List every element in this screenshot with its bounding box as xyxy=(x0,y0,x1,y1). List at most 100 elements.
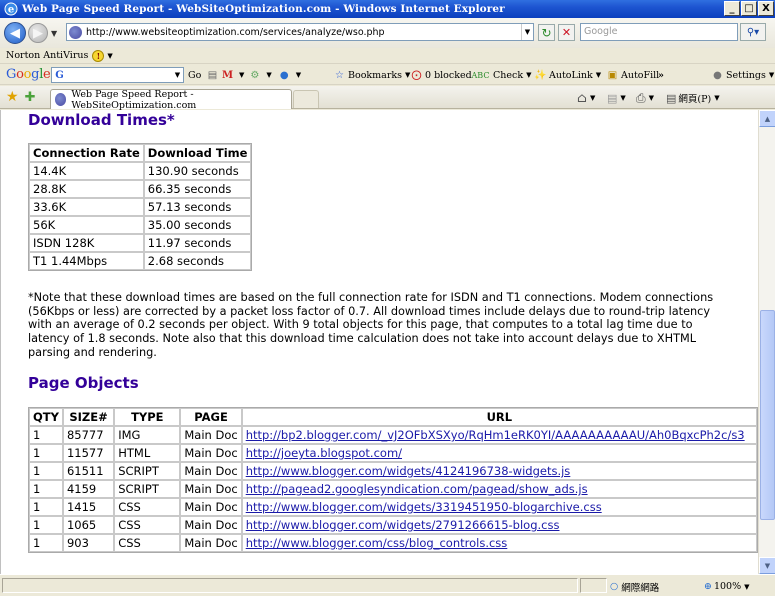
scroll-thumb[interactable] xyxy=(760,310,775,520)
scroll-up-button[interactable]: ▲ xyxy=(759,110,775,127)
type-cell: CSS xyxy=(114,498,181,516)
page-content: Download Times* Connection Rate Download… xyxy=(0,110,758,574)
object-url-link[interactable]: http://www.blogger.com/css/blog_controls… xyxy=(246,536,508,550)
toolbar-overflow-chevron[interactable]: » xyxy=(658,67,664,83)
qty-cell: 1 xyxy=(29,516,63,534)
page-cell: Main Doc xyxy=(180,498,242,516)
page-cell: Main Doc xyxy=(180,462,242,480)
size-cell: 11577 xyxy=(62,444,115,462)
print-button[interactable]: ⎙ ▼ xyxy=(636,90,654,106)
norton-label[interactable]: Norton AntiVirus xyxy=(6,50,88,61)
settings-label: Settings xyxy=(726,69,766,81)
table-row: 1 1415 CSS Main Doc http://www.blogger.c… xyxy=(29,498,757,516)
popup-blocker-button[interactable]: ⨀ 0 blocked xyxy=(410,67,472,83)
object-url-link[interactable]: http://bp2.blogger.com/_vJ2OFbXSXyo/RqHm… xyxy=(246,428,745,442)
refresh-button[interactable]: ↻ xyxy=(538,24,555,41)
google-search-dropdown-icon[interactable]: ▼ xyxy=(172,71,183,79)
download-time-cell: 35.00 seconds xyxy=(143,216,252,234)
object-url-link[interactable]: http://joeyta.blogspot.com/ xyxy=(246,446,402,460)
object-url-link[interactable]: http://www.blogger.com/widgets/412419673… xyxy=(246,464,571,478)
google-go-button[interactable]: Go xyxy=(188,67,201,83)
arrow-right-icon: ▶ xyxy=(33,25,43,41)
autolink-button[interactable]: ✨ AutoLink ▼ xyxy=(534,67,601,83)
size-cell: 1415 xyxy=(62,498,115,516)
window-title-bar: e Web Page Speed Report - WebSiteOptimiz… xyxy=(0,0,775,18)
download-time-cell: 2.68 seconds xyxy=(143,252,252,270)
puzzle-dropdown-icon: ▼ xyxy=(266,71,272,79)
page-menu-button[interactable]: ▤ 網頁(P) ▼ xyxy=(666,90,720,106)
qty-cell: 1 xyxy=(29,426,63,444)
table-row: 1 903 CSS Main Doc http://www.blogger.co… xyxy=(29,534,757,552)
puzzle-icon: ⚙ xyxy=(250,69,260,81)
address-field[interactable]: http://www.websiteoptimization.com/servi… xyxy=(66,23,534,41)
table-header: PAGE xyxy=(180,408,242,426)
table-row: 56K 35.00 seconds xyxy=(29,216,252,234)
zoom-dropdown-icon: ▼ xyxy=(744,582,750,591)
settings-button[interactable]: ● Settings ▼ xyxy=(711,67,774,83)
table-row: 33.6K 57.13 seconds xyxy=(29,198,252,216)
download-time-cell: 130.90 seconds xyxy=(143,162,252,180)
table-header: Download Time xyxy=(143,144,252,162)
size-cell: 1065 xyxy=(62,516,115,534)
search-input[interactable]: Google xyxy=(580,23,738,41)
download-times-note: *Note that these download times are base… xyxy=(28,291,714,359)
security-zone[interactable]: ○ 網際網路 xyxy=(610,579,659,594)
table-row: 1 11577 HTML Main Doc http://joeyta.blog… xyxy=(29,444,757,462)
new-tab-button[interactable] xyxy=(293,90,319,108)
tab-bar: ★ ✚ Web Page Speed Report - WebSiteOptim… xyxy=(0,86,775,111)
chat-dropdown-icon: ▼ xyxy=(295,71,302,79)
history-dropdown-icon[interactable]: ▼ xyxy=(51,29,57,38)
search-button[interactable]: ⚲▾ xyxy=(740,23,766,41)
type-cell: HTML xyxy=(114,444,181,462)
url-cell: http://bp2.blogger.com/_vJ2OFbXSXyo/RqHm… xyxy=(241,426,757,444)
table-header: SIZE# xyxy=(62,408,115,426)
internet-explorer-icon: e xyxy=(4,2,18,16)
object-url-link[interactable]: http://www.blogger.com/widgets/279126661… xyxy=(246,518,560,532)
type-cell: SCRIPT xyxy=(114,462,181,480)
zoom-control[interactable]: ⊕ 100% ▼ xyxy=(704,579,750,594)
size-cell: 903 xyxy=(62,534,115,552)
autolink-label: AutoLink xyxy=(549,69,593,81)
home-button[interactable]: ⌂ ▼ xyxy=(577,90,595,106)
scroll-down-button[interactable]: ▼ xyxy=(759,557,775,574)
norton-dropdown-icon[interactable]: ▼ xyxy=(107,52,112,60)
feeds-button[interactable]: ▤ ▼ xyxy=(607,90,626,106)
popup-blocked-label: 0 blocked xyxy=(425,69,472,81)
back-button[interactable]: ◀ xyxy=(4,22,26,44)
object-url-link[interactable]: http://pagead2.googlesyndication.com/pag… xyxy=(246,482,588,496)
close-button[interactable]: X xyxy=(758,1,774,16)
printer-icon: ⎙ xyxy=(636,90,646,105)
autolink-dropdown-icon: ▼ xyxy=(595,71,602,79)
object-url-link[interactable]: http://www.blogger.com/widgets/331945195… xyxy=(246,500,602,514)
google-tools-icons[interactable]: ▤ M ▼ ⚙ ▼ ● ▼ xyxy=(206,67,301,83)
stop-button[interactable]: ✕ xyxy=(558,24,575,41)
table-row: ISDN 128K 11.97 seconds xyxy=(29,234,252,252)
url-cell: http://www.blogger.com/widgets/331945195… xyxy=(241,498,757,516)
connection-rate-cell: 14.4K xyxy=(29,162,144,180)
add-favorites-icon[interactable]: ✚ xyxy=(25,90,36,105)
google-search-input[interactable]: G ▼ xyxy=(51,67,184,83)
tab-active[interactable]: Web Page Speed Report - WebSiteOptimizat… xyxy=(50,89,292,111)
minimize-button[interactable]: _ xyxy=(724,1,740,16)
spellcheck-button[interactable]: ABC Check ▼ xyxy=(472,67,532,83)
type-cell: CSS xyxy=(114,534,181,552)
autofill-button[interactable]: ▣ AutoFill xyxy=(606,67,659,83)
google-logo[interactable]: Google xyxy=(6,67,51,82)
norton-shield-icon[interactable]: ! xyxy=(92,49,105,62)
maximize-button[interactable]: □ xyxy=(741,1,757,16)
favorites-star-icon[interactable]: ★ xyxy=(6,89,19,105)
page-menu-label: 網頁(P) xyxy=(678,94,712,105)
type-cell: CSS xyxy=(114,516,181,534)
table-header: TYPE xyxy=(114,408,181,426)
address-dropdown-icon[interactable]: ▼ xyxy=(521,24,533,40)
globe-icon: ○ xyxy=(610,581,619,592)
size-cell: 4159 xyxy=(62,480,115,498)
address-url[interactable]: http://www.websiteoptimization.com/servi… xyxy=(86,27,521,38)
table-row: 1 4159 SCRIPT Main Doc http://pagead2.go… xyxy=(29,480,757,498)
autolink-icon: ✨ xyxy=(534,69,547,81)
search-icon: ⚲▾ xyxy=(746,26,760,38)
download-time-cell: 66.35 seconds xyxy=(143,180,252,198)
bookmarks-button[interactable]: ☆ Bookmarks ▼ xyxy=(333,67,410,83)
forward-button[interactable]: ▶ xyxy=(28,23,48,43)
vertical-scrollbar[interactable]: ▲ ▼ xyxy=(758,110,775,574)
